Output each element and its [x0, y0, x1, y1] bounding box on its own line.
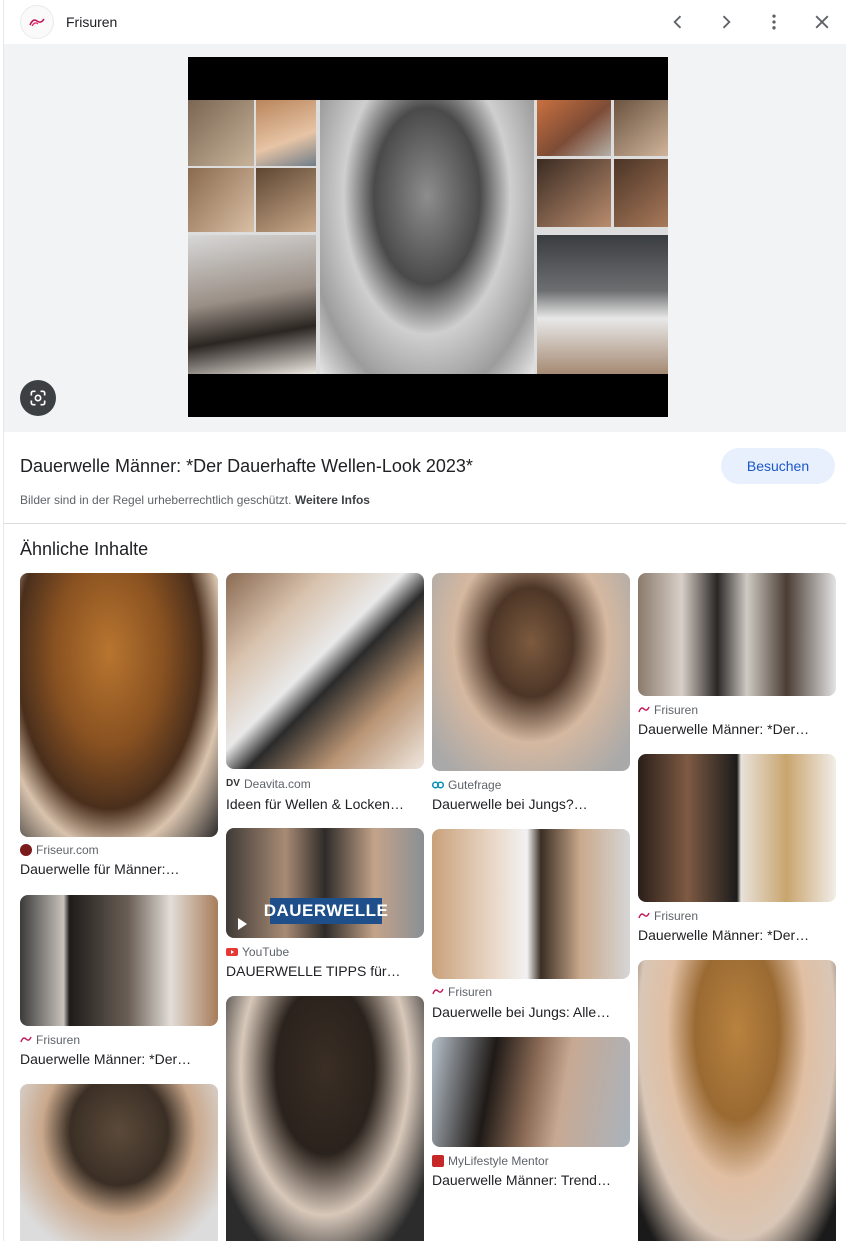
result-thumbnail[interactable]: [638, 754, 836, 902]
more-options-button[interactable]: [750, 4, 798, 40]
result-source: Frisuren: [654, 909, 699, 923]
gutefrage-favicon-icon: [432, 781, 444, 789]
result-caption[interactable]: Dauerwelle bei Jungs: Alle…: [432, 1004, 628, 1020]
result-caption[interactable]: Ideen für Wellen & Locken…: [226, 796, 422, 812]
copyright-notice: Bilder sind in der Regel urheberrechtlic…: [20, 493, 370, 507]
frisuren-favicon-icon: [20, 1036, 32, 1043]
result-thumbnail[interactable]: [638, 573, 836, 696]
result-thumbnail[interactable]: [432, 829, 630, 979]
chevron-left-icon: [673, 15, 682, 29]
video-overlay-text: DAUERWELLE: [264, 898, 388, 924]
result-caption[interactable]: Dauerwelle bei Jungs?…: [432, 796, 628, 812]
result-thumbnail[interactable]: [20, 895, 218, 1026]
result-thumbnail[interactable]: [226, 996, 424, 1241]
close-button[interactable]: [798, 4, 846, 40]
chevron-right-icon: [722, 15, 731, 29]
result-thumbnail[interactable]: [226, 573, 424, 769]
result-thumbnail[interactable]: [432, 573, 630, 771]
result-thumbnail[interactable]: [638, 960, 836, 1241]
image-title[interactable]: Dauerwelle Männer: *Der Dauerhafte Welle…: [20, 456, 473, 477]
mylifestyle-favicon-icon: [432, 1155, 444, 1167]
result-source: Gutefrage: [448, 778, 502, 792]
result-source: Frisuren: [36, 1033, 81, 1047]
result-thumbnail[interactable]: DAUERWELLE: [226, 828, 424, 938]
result-source: YouTube: [242, 945, 290, 959]
result-source: Deavita.com: [244, 777, 311, 791]
result-source: Friseur.com: [36, 843, 99, 857]
result-source: Frisuren: [448, 985, 493, 999]
visit-button[interactable]: Besuchen: [721, 448, 835, 484]
hairstyle-collage-image: [188, 100, 668, 374]
result-thumbnail[interactable]: [20, 1084, 218, 1241]
close-icon: [815, 15, 829, 29]
site-name[interactable]: Frisuren: [66, 14, 117, 30]
result-caption[interactable]: Dauerwelle Männer: *Der…: [638, 721, 834, 737]
result-caption[interactable]: Dauerwelle Männer: *Der…: [638, 927, 834, 943]
image-preview-area: [4, 44, 846, 432]
similar-content-heading: Ähnliche Inhalte: [20, 539, 149, 559]
preview-image[interactable]: [188, 57, 668, 417]
next-button[interactable]: [702, 4, 750, 40]
copyright-text: Bilder sind in der Regel urheberrechtlic…: [20, 493, 292, 507]
more-info-link[interactable]: Weitere Infos: [295, 493, 370, 507]
google-lens-icon: [30, 390, 46, 406]
previous-button[interactable]: [654, 4, 702, 40]
result-thumbnail[interactable]: [20, 573, 218, 837]
frisuren-logo-icon[interactable]: [20, 5, 54, 39]
panel-header: Frisuren: [4, 0, 846, 44]
youtube-favicon-icon: [226, 948, 238, 956]
result-caption[interactable]: Dauerwelle Männer: Trend…: [432, 1172, 628, 1188]
result-source: MyLifestyle Mentor: [448, 1154, 549, 1168]
deavita-favicon-icon: DV: [226, 778, 240, 789]
frisuren-favicon-icon: [638, 706, 650, 713]
result-source: Frisuren: [654, 703, 699, 717]
google-lens-button[interactable]: [20, 380, 56, 416]
frisuren-favicon-icon: [638, 912, 650, 919]
result-caption[interactable]: DAUERWELLE TIPPS für…: [226, 963, 422, 979]
frisuren-favicon-icon: [432, 988, 444, 995]
result-caption[interactable]: Dauerwelle für Männer:…: [20, 861, 216, 877]
result-thumbnail[interactable]: [432, 1037, 630, 1147]
result-caption[interactable]: Dauerwelle Männer: *Der…: [20, 1051, 216, 1067]
image-info: Dauerwelle Männer: *Der Dauerhafte Welle…: [4, 432, 846, 524]
friseur-favicon-icon: [20, 844, 32, 856]
more-vert-icon: [772, 14, 776, 30]
play-icon: [238, 918, 247, 930]
